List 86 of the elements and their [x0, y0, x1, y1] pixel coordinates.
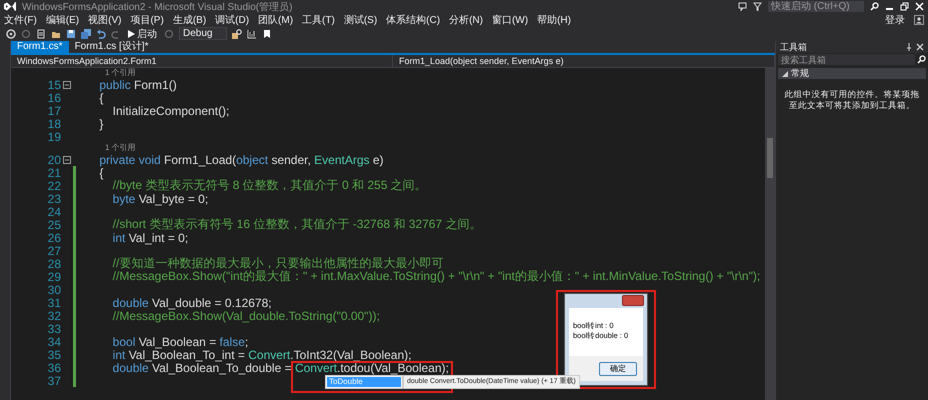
bookmark-icon[interactable]	[262, 28, 272, 38]
sign-in-link[interactable]: 登录	[885, 12, 905, 26]
play-icon	[128, 30, 135, 38]
code-line: {	[98, 90, 104, 104]
menu-item[interactable]: 团队(M)	[258, 12, 294, 26]
code-line: double Val_double = 0.12678;	[112, 296, 272, 310]
code-line: //MessageBox.Show("int的最大值：" + int.MaxValue.ToString() + "\r\n" + "int的最小值：" + int.MinValue.ToString() + "\r\n");	[112, 269, 760, 285]
code-line: }	[98, 116, 104, 130]
line-number: 33	[46, 322, 61, 336]
undo-icon[interactable]	[96, 28, 106, 38]
code-line: //要知道一种数据的最大最小，只要输出他属性的最大最小即可	[112, 255, 444, 270]
toolbox-group[interactable]: 常规	[778, 68, 926, 79]
code-line: bool Val_Boolean = false;	[112, 334, 248, 348]
line-number: 24	[46, 204, 61, 218]
menu-item[interactable]: 调试(D)	[215, 12, 250, 26]
restore-icon[interactable]	[900, 2, 909, 11]
menu-item[interactable]: 测试(S)	[344, 12, 378, 26]
feedback-icon[interactable]	[738, 2, 747, 11]
menu-item[interactable]: 项目(P)	[130, 12, 164, 26]
pin-icon[interactable]	[905, 43, 913, 51]
code-line: //MessageBox.Show(Val_double.ToString("0.00"));	[112, 308, 380, 322]
menu-item[interactable]: 工具(T)	[302, 12, 335, 26]
line-number: 17	[46, 104, 61, 118]
line-number: 19	[46, 130, 61, 144]
ok-button[interactable]: 确定	[599, 362, 637, 376]
collapse-icon[interactable]	[63, 80, 71, 88]
new-project-icon[interactable]	[36, 28, 46, 38]
code-line: //byte 类型表示无符号 8 位整数，其值介于 0 和 255 之间。	[112, 177, 427, 194]
toolbox-search-field[interactable]: 搜索工具箱	[778, 54, 915, 65]
collapse-icon[interactable]	[63, 156, 71, 164]
code-line: private void Form1_Load(object sender, EventArgs e)	[98, 152, 384, 166]
search-icon[interactable]	[870, 2, 879, 11]
save-icon[interactable]	[66, 28, 76, 38]
line-number: 16	[46, 90, 61, 104]
reference-count[interactable]: 1 个引用	[105, 68, 136, 78]
menu-item[interactable]: 编辑(E)	[46, 12, 80, 26]
empty-message: 此组中没有可用的控件。将某项拖至此文本可将其添加到工具箱。	[784, 88, 920, 112]
line-number: 21	[46, 166, 61, 180]
line-number: 18	[46, 116, 61, 130]
configuration-dropdown[interactable]: Debug	[179, 27, 228, 40]
close-icon[interactable]	[916, 43, 924, 51]
vs-logo-icon	[4, 1, 16, 12]
code-line: int Val_Boolean_To_int = Convert.ToInt32(Val_Boolean);	[112, 348, 412, 362]
document-tab[interactable]: Form1.cs [设计]*	[68, 41, 154, 53]
line-number: 28	[46, 256, 61, 270]
line-number: 25	[46, 218, 61, 232]
menu-item[interactable]: 帮助(H)	[537, 12, 571, 26]
line-number: 32	[46, 308, 61, 322]
code-line: int Val_int = 0;	[112, 230, 188, 244]
menu-item[interactable]: 分析(N)	[449, 12, 483, 26]
filter-icon[interactable]	[753, 2, 762, 11]
reference-count[interactable]: 1 个引用	[105, 143, 136, 153]
line-number: 22	[46, 178, 61, 192]
menu-item[interactable]: 体系结构(C)	[386, 12, 440, 26]
code-line: InitializeComponent();	[112, 104, 230, 118]
line-number: 36	[46, 360, 61, 374]
line-number: 30	[46, 282, 61, 296]
line-number: 29	[46, 270, 61, 284]
user-icon[interactable]	[914, 14, 924, 24]
line-number: 15	[46, 78, 61, 92]
document-tab[interactable]: Form1.cs*	[11, 41, 69, 53]
panel-title: 工具箱	[780, 40, 808, 54]
line-number: 35	[46, 348, 61, 362]
redo-icon[interactable]	[111, 28, 121, 38]
line-number: 26	[46, 230, 61, 244]
scrollbar[interactable]	[765, 68, 775, 400]
code-line: byte Val_byte = 0;	[112, 192, 208, 206]
menu-item[interactable]: 生成(B)	[172, 12, 206, 26]
code-line: public Form1()	[98, 78, 177, 92]
window-title: WindowsFormsApplication2 - Microsoft Visual Studio(管理员)	[22, 0, 292, 14]
code-line: //short 类型表示有符号 16 位整数，其值介于 -32768 和 32767 之间。	[112, 216, 482, 233]
menu-item[interactable]: 文件(F)	[4, 12, 37, 26]
code-line: {	[98, 166, 104, 180]
class-dropdown[interactable]: WindowsFormsApplication2.Form1	[11, 55, 393, 67]
search-icon	[917, 55, 926, 64]
menu-item[interactable]: 视图(V)	[88, 12, 122, 26]
line-number: 27	[46, 244, 61, 258]
line-number: 23	[46, 192, 61, 206]
menu-item[interactable]: 窗口(W)	[492, 12, 528, 26]
line-number: 37	[46, 374, 61, 388]
line-number: 34	[46, 334, 61, 348]
back-icon[interactable]	[6, 28, 16, 38]
save-all-icon[interactable]	[81, 28, 91, 38]
start-button[interactable]: 启动	[126, 26, 159, 40]
line-number: 31	[46, 296, 61, 310]
line-number: 20	[46, 152, 61, 166]
